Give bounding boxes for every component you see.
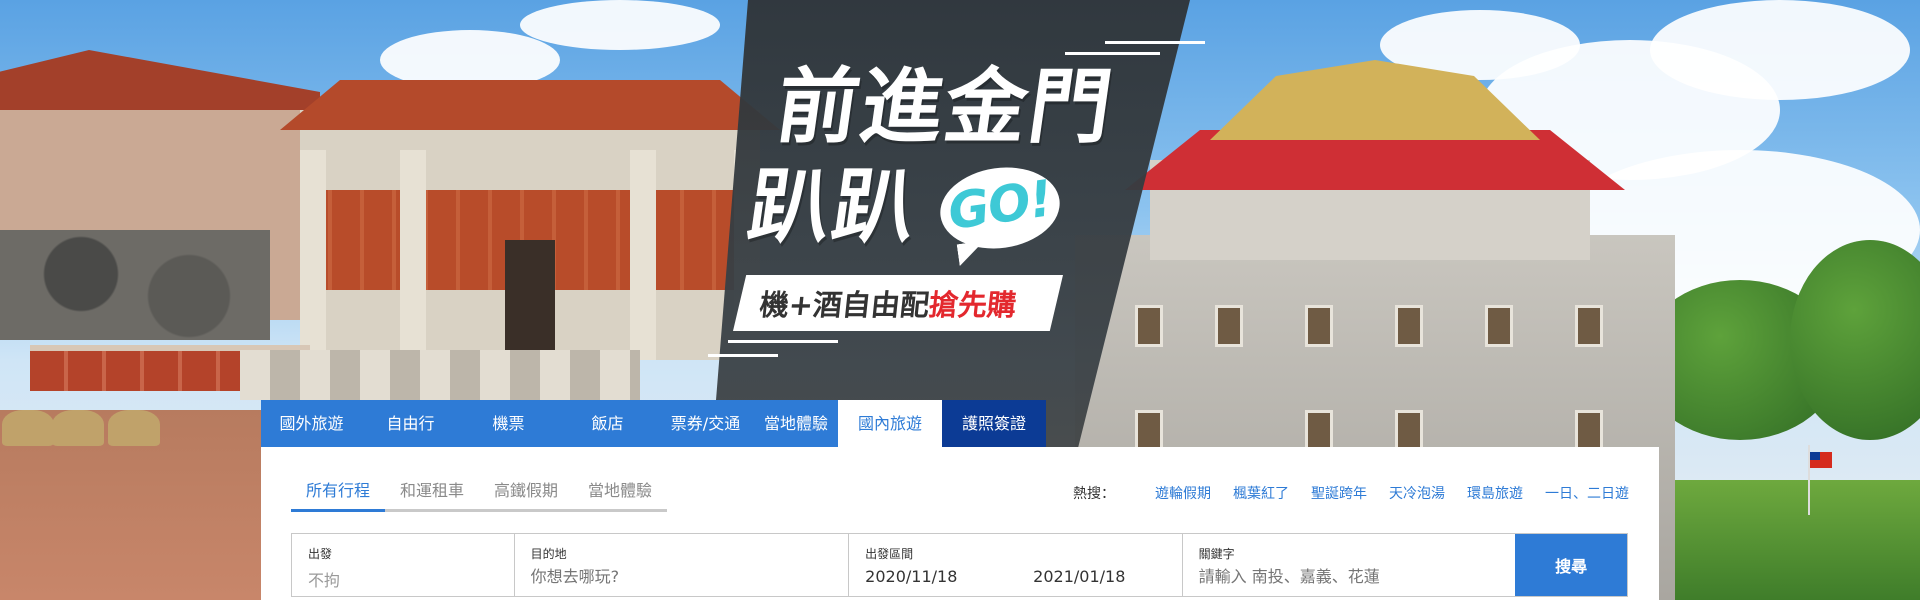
date-start[interactable]: 2020/11/18 <box>865 567 957 586</box>
search-form: 出發 不拘 目的地 出發區間 2020/11/18 2021/01/18 關鍵字… <box>291 533 1628 597</box>
subtab-local-experience[interactable]: 當地體驗 <box>573 477 668 512</box>
destination-field[interactable]: 目的地 <box>515 534 850 596</box>
date-range-label: 出發區間 <box>865 547 914 561</box>
date-end[interactable]: 2021/01/18 <box>1033 567 1125 586</box>
departure-label: 出發 <box>308 547 333 561</box>
stone-fence <box>240 350 640 400</box>
keyword-field[interactable]: 關鍵字 <box>1183 534 1516 596</box>
destination-label: 目的地 <box>530 547 567 561</box>
hot-search: 熱搜： 遊輪假期 楓葉紅了 聖誕跨年 天冷泡湯 環島旅遊 一日、二日遊 <box>1073 483 1629 503</box>
tab-hotels[interactable]: 飯店 <box>558 400 657 447</box>
hot-search-link[interactable]: 遊輪假期 <box>1155 483 1211 503</box>
decor-line <box>1065 52 1160 55</box>
banner-headline: 前進金門 趴趴 <box>742 58 1120 258</box>
stone-stool <box>108 410 160 446</box>
traditional-house <box>280 80 780 360</box>
tab-passport-visa[interactable]: 護照簽證 <box>942 400 1046 447</box>
tab-domestic-travel[interactable]: 國內旅遊 <box>838 400 942 447</box>
cloud <box>520 0 720 50</box>
tower-window <box>1575 305 1603 347</box>
cloud <box>1650 0 1910 100</box>
keyword-label: 關鍵字 <box>1198 547 1235 561</box>
search-button[interactable]: 搜尋 <box>1515 534 1628 596</box>
tab-local-experience[interactable]: 當地體驗 <box>754 400 838 447</box>
tower-window <box>1575 410 1603 452</box>
subtab-car-rental[interactable]: 和運租車 <box>385 477 480 512</box>
flag-icon <box>1810 452 1832 468</box>
hot-search-link[interactable]: 天冷泡湯 <box>1389 483 1445 503</box>
hot-search-link[interactable]: 聖誕跨年 <box>1311 483 1367 503</box>
house-pillar <box>400 150 426 360</box>
hot-search-link[interactable]: 一日、二日遊 <box>1545 483 1629 503</box>
headline-line-1: 前進金門 <box>770 60 1120 155</box>
tower-window <box>1395 410 1423 452</box>
tower-window <box>1135 305 1163 347</box>
tagline-highlight: 搶先購 <box>927 288 1018 322</box>
tower-window <box>1395 305 1423 347</box>
decor-line <box>1105 41 1205 44</box>
hot-search-link[interactable]: 楓葉紅了 <box>1233 483 1289 503</box>
house-pillar <box>300 150 326 360</box>
main-tabs: 國外旅遊 自由行 機票 飯店 票券/交通 當地體驗 國內旅遊 護照簽證 <box>261 400 1046 447</box>
tower-window <box>1485 305 1513 347</box>
stone-stool <box>2 410 54 446</box>
tagline: 機+酒自由配搶先購 <box>758 282 1019 324</box>
decor-line <box>708 354 778 357</box>
tab-free-travel[interactable]: 自由行 <box>362 400 459 447</box>
hot-search-label: 熱搜： <box>1073 486 1115 502</box>
date-range-field[interactable]: 出發區間 2020/11/18 2021/01/18 <box>849 534 1183 596</box>
coral-rocks <box>0 230 270 340</box>
tab-flights[interactable]: 機票 <box>459 400 558 447</box>
tower-window <box>1305 410 1333 452</box>
search-panel: 所有行程 和運租車 高鐵假期 當地體驗 熱搜： 遊輪假期 楓葉紅了 聖誕跨年 天… <box>261 447 1659 600</box>
sub-tabs: 所有行程 和運租車 高鐵假期 當地體驗 <box>291 477 668 512</box>
tower-window <box>1135 410 1163 452</box>
house-roof <box>280 80 780 130</box>
house-pillar <box>630 150 656 360</box>
tower-window <box>1215 305 1243 347</box>
keyword-input[interactable] <box>1198 567 1502 586</box>
departure-value[interactable]: 不拘 <box>308 567 500 591</box>
subtab-all-itineraries[interactable]: 所有行程 <box>291 477 386 512</box>
tagline-text: 機+酒自由配 <box>758 288 931 322</box>
tab-overseas-travel[interactable]: 國外旅遊 <box>261 400 362 447</box>
hot-search-link[interactable]: 環島旅遊 <box>1467 483 1523 503</box>
tab-tickets-transport[interactable]: 票券/交通 <box>657 400 754 447</box>
tower-window <box>1305 305 1333 347</box>
destination-input[interactable] <box>530 567 835 586</box>
departure-field[interactable]: 出發 不拘 <box>292 534 515 596</box>
house-door <box>505 240 555 360</box>
stone-stool <box>52 410 104 446</box>
decor-line <box>728 340 838 343</box>
subtab-hsr-holiday[interactable]: 高鐵假期 <box>479 477 574 512</box>
